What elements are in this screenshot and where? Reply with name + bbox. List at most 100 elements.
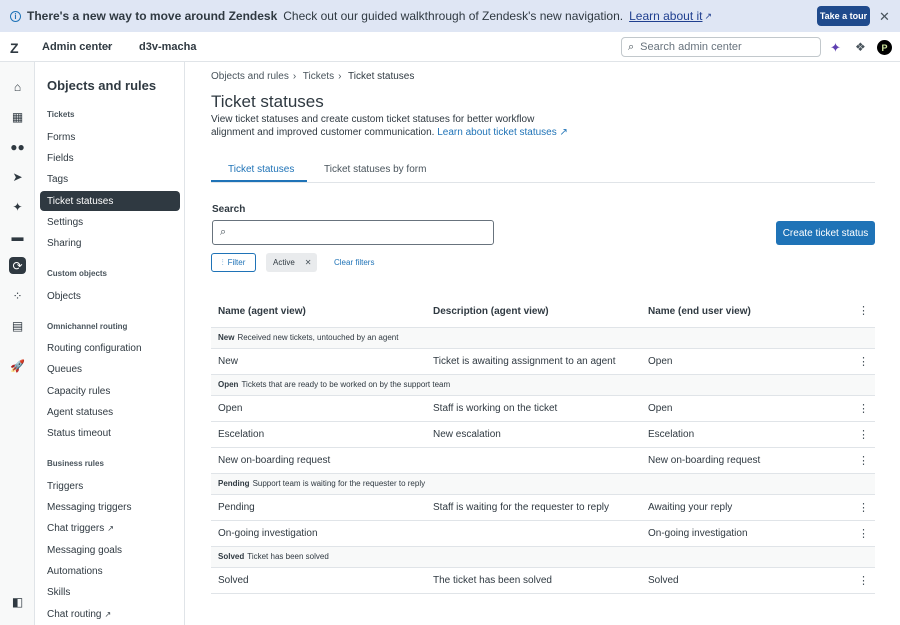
sidebar-item-messaging-triggers[interactable]: Messaging triggers: [40, 497, 180, 517]
avatar[interactable]: P: [877, 40, 892, 55]
table-row[interactable]: Pending Staff is waiting for the request…: [211, 495, 875, 521]
chevron-down-icon[interactable]: ⌄: [104, 38, 113, 51]
page-description: View ticket statuses and create custom t…: [211, 113, 571, 139]
clear-filters-link[interactable]: Clear filters: [334, 258, 374, 267]
group-name: Open: [218, 380, 239, 389]
active-tab-indicator: [211, 180, 307, 182]
ai-icon[interactable]: ✦: [9, 198, 26, 215]
product-switcher[interactable]: Admin center: [42, 41, 112, 53]
sidebar-item-sharing[interactable]: Sharing: [40, 233, 180, 253]
group-name: Solved: [218, 552, 245, 561]
group-name: New: [218, 333, 235, 342]
status-search-input[interactable]: ⌕: [212, 220, 494, 245]
group-description: Received new tickets, untouched by an ag…: [237, 333, 399, 342]
table-row[interactable]: Escelation New escalation Escelation ⋮: [211, 422, 875, 448]
account-name: d3v-macha: [139, 41, 197, 53]
table-row[interactable]: Open Staff is working on the ticket Open…: [211, 396, 875, 422]
table-row[interactable]: Solved The ticket has been solved Solved…: [211, 568, 875, 594]
row-options-icon[interactable]: ⋮: [858, 501, 869, 514]
sidebar-item-chat-routing[interactable]: Chat routing ↗: [40, 604, 180, 624]
filter-icon: ⫶: [221, 257, 224, 267]
statuses-table: Name (agent view) Description (agent vie…: [211, 298, 875, 594]
row-options-icon[interactable]: ⋮: [858, 428, 869, 441]
people-icon[interactable]: ●●: [9, 138, 26, 155]
tab-ticket-statuses[interactable]: Ticket statuses: [228, 164, 294, 175]
row-options-icon[interactable]: ⋮: [858, 355, 869, 368]
row-options-icon[interactable]: ⋮: [858, 574, 869, 587]
tab-ticket-statuses-by-form[interactable]: Ticket statuses by form: [324, 164, 426, 175]
home-icon[interactable]: ⌂: [9, 78, 26, 95]
sidebar-item-skills[interactable]: Skills: [40, 582, 180, 602]
cell-name-end-user: Open: [648, 403, 673, 414]
sidebar-item-chat-triggers[interactable]: Chat triggers ↗: [40, 518, 180, 538]
sidebar-item-tags[interactable]: Tags: [40, 169, 180, 189]
apps-integrations-icon[interactable]: ⁘: [9, 287, 26, 304]
status-group-header: New Received new tickets, untouched by an…: [211, 328, 875, 349]
cell-name-end-user: Awaiting your reply: [648, 502, 733, 513]
column-options-icon[interactable]: ⋮: [858, 304, 869, 317]
remove-chip-icon[interactable]: ✕: [305, 258, 312, 267]
close-icon[interactable]: ✕: [879, 9, 890, 25]
row-options-icon[interactable]: ⋮: [858, 402, 869, 415]
cell-name-agent: New: [218, 356, 239, 367]
filter-button[interactable]: ⫶ Filter: [211, 253, 256, 272]
apps-icon[interactable]: ❖: [855, 40, 866, 54]
cell-description: Ticket is awaiting assignment to an agen…: [433, 356, 616, 367]
sidebar-item-settings[interactable]: Settings: [40, 212, 180, 232]
column-header-name-agent: Name (agent view): [218, 306, 306, 317]
group-description: Tickets that are ready to be worked on b…: [241, 380, 451, 389]
table-row[interactable]: New on-boarding request New on-boarding …: [211, 448, 875, 474]
cell-name-end-user: Open: [648, 356, 673, 367]
filter-label: Filter: [227, 258, 246, 267]
rocket-icon[interactable]: 🚀: [9, 357, 26, 374]
zendesk-logo-icon[interactable]: Z: [10, 40, 19, 56]
cell-name-end-user: Escelation: [648, 429, 695, 440]
sidebar-item-fields[interactable]: Fields: [40, 148, 180, 168]
search-icon: ⌕: [628, 40, 635, 53]
account-icon[interactable]: ▤: [9, 317, 26, 334]
sidebar-section-tickets: Tickets: [47, 110, 75, 119]
channels-icon[interactable]: ➤: [9, 168, 26, 185]
table-row[interactable]: On-going investigation On-going investig…: [211, 521, 875, 547]
table-row[interactable]: New Ticket is awaiting assignment to an …: [211, 349, 875, 375]
ai-sparkle-icon[interactable]: ✦: [830, 40, 841, 56]
workspaces-icon[interactable]: ▬: [9, 228, 26, 245]
admin-search-input[interactable]: ⌕ Search admin center: [621, 37, 821, 57]
sidebar-item-status-timeout[interactable]: Status timeout: [40, 423, 180, 443]
building-icon[interactable]: ▦: [9, 108, 26, 125]
sidebar-item-objects[interactable]: Objects: [40, 286, 180, 306]
create-ticket-status-button[interactable]: Create ticket status: [776, 221, 875, 245]
column-header-name-end-user: Name (end user view): [648, 306, 751, 317]
external-link-icon: ↗: [107, 523, 114, 533]
sidebar-item-queues[interactable]: Queues: [40, 359, 180, 379]
search-icon: ⌕: [220, 226, 227, 238]
cell-name-agent: Escelation: [218, 429, 265, 440]
take-tour-button[interactable]: Take a tour: [817, 6, 870, 26]
banner-learn-link[interactable]: Learn about it: [629, 9, 702, 23]
cell-name-agent: Pending: [218, 502, 255, 513]
cell-name-agent: On-going investigation: [218, 528, 318, 539]
breadcrumb-tickets[interactable]: Tickets: [303, 71, 334, 82]
group-description: Ticket has been solved: [247, 552, 329, 561]
sidebar-item-forms[interactable]: Forms: [40, 127, 180, 147]
external-link-icon: ↗: [704, 10, 713, 21]
sidebar-item-messaging-goals[interactable]: Messaging goals: [40, 540, 180, 560]
learn-ticket-statuses-link[interactable]: Learn about ticket statuses: [437, 127, 557, 138]
sidebar-item-capacity-rules[interactable]: Capacity rules: [40, 381, 180, 401]
sidebar-title: Objects and rules: [47, 78, 157, 93]
objects-rules-icon[interactable]: ⟳: [9, 257, 26, 274]
row-options-icon[interactable]: ⋮: [858, 454, 869, 467]
cell-name-end-user: On-going investigation: [648, 528, 748, 539]
breadcrumb-objects-rules[interactable]: Objects and rules: [211, 71, 289, 82]
sidebar-item-routing-configuration[interactable]: Routing configuration: [40, 338, 180, 358]
icon-rail: ⌂ ▦ ●● ➤ ✦ ▬ ⟳ ⁘ ▤ 🚀 ◧: [0, 62, 35, 625]
row-options-icon[interactable]: ⋮: [858, 527, 869, 540]
sidebar-item-agent-statuses[interactable]: Agent statuses: [40, 402, 180, 422]
admin-search-placeholder: Search admin center: [640, 41, 742, 53]
active-filter-chip[interactable]: Active ✕: [266, 253, 317, 272]
sidebar-item-ticket-statuses[interactable]: Ticket statuses: [40, 191, 180, 211]
collapse-panel-icon[interactable]: ◧: [9, 593, 26, 610]
sidebar-item-automations[interactable]: Automations: [40, 561, 180, 581]
sidebar-item-triggers[interactable]: Triggers: [40, 476, 180, 496]
group-description: Support team is waiting for the requeste…: [252, 479, 426, 488]
